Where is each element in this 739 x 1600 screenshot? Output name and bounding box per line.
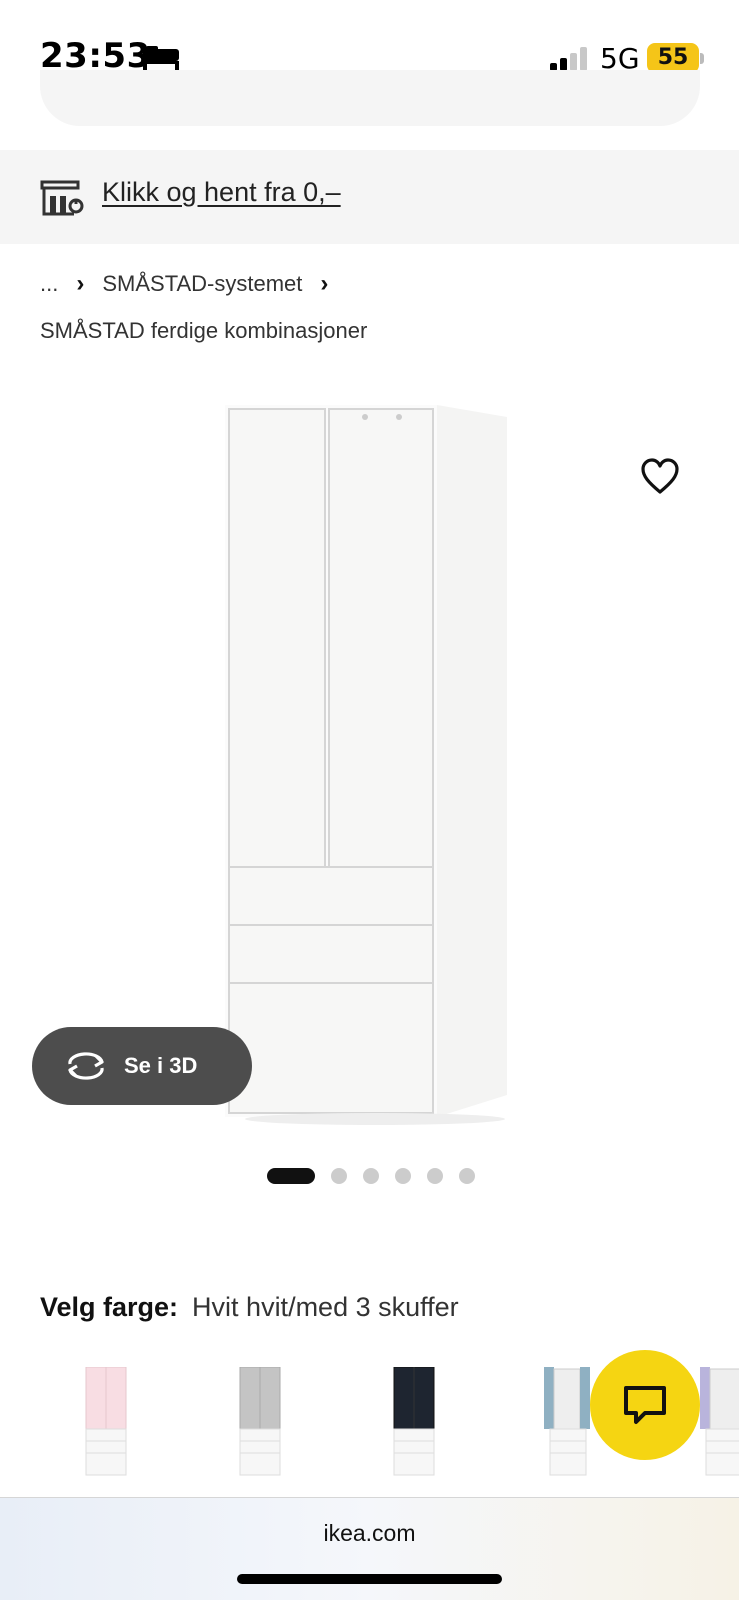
carousel-dot-2[interactable]	[331, 1168, 347, 1184]
carousel-dot-1[interactable]	[267, 1168, 315, 1184]
battery-indicator: 55	[647, 43, 699, 73]
chevron-right-icon: ›	[76, 270, 85, 297]
carousel-dot-4[interactable]	[395, 1168, 411, 1184]
swatch-blue[interactable]	[544, 1367, 590, 1477]
breadcrumb: ... › SMÅSTAD-systemet ›	[40, 270, 346, 298]
bed-icon	[143, 46, 179, 70]
store-icon	[40, 180, 84, 216]
carousel-dot-5[interactable]	[427, 1168, 443, 1184]
battery-cap	[700, 53, 704, 64]
breadcrumb-combinations-link[interactable]: SMÅSTAD ferdige kombinasjoner	[40, 318, 367, 344]
chat-icon	[624, 1386, 666, 1424]
carousel-dot-3[interactable]	[363, 1168, 379, 1184]
browser-address-bar[interactable]: ikea.com	[0, 1497, 739, 1600]
chevron-right-icon: ›	[320, 270, 329, 297]
breadcrumb-system-link[interactable]: SMÅSTAD-systemet	[102, 271, 302, 297]
heart-icon[interactable]	[640, 458, 680, 496]
pickup-banner[interactable]: Klikk og hent fra 0,–	[0, 150, 739, 244]
color-select-value: Hvit hvit/med 3 skuffer	[192, 1292, 459, 1322]
swatch-dark[interactable]	[392, 1367, 438, 1477]
home-indicator[interactable]	[237, 1574, 502, 1584]
image-carousel-dots	[267, 1168, 491, 1184]
color-select: Velg farge: Hvit hvit/med 3 skuffer	[40, 1292, 459, 1323]
product-image[interactable]	[225, 405, 525, 1125]
pickup-link[interactable]: Klikk og hent fra 0,–	[102, 177, 341, 208]
view-3d-label: Se i 3D	[124, 1053, 198, 1078]
rotate-3d-icon	[68, 1052, 104, 1080]
chat-button[interactable]	[590, 1350, 700, 1460]
breadcrumb-ellipsis[interactable]: ...	[40, 271, 58, 297]
carousel-dot-6[interactable]	[459, 1168, 475, 1184]
swatch-pink[interactable]	[84, 1367, 130, 1477]
color-select-label: Velg farge:	[40, 1292, 179, 1322]
url-text[interactable]: ikea.com	[0, 1520, 739, 1547]
swatch-grey[interactable]	[238, 1367, 284, 1477]
search-bar-edge[interactable]	[40, 70, 700, 126]
view-3d-button[interactable]: Se i 3D	[32, 1027, 252, 1105]
signal-icon	[550, 47, 587, 71]
swatch-lilac[interactable]	[700, 1367, 739, 1477]
